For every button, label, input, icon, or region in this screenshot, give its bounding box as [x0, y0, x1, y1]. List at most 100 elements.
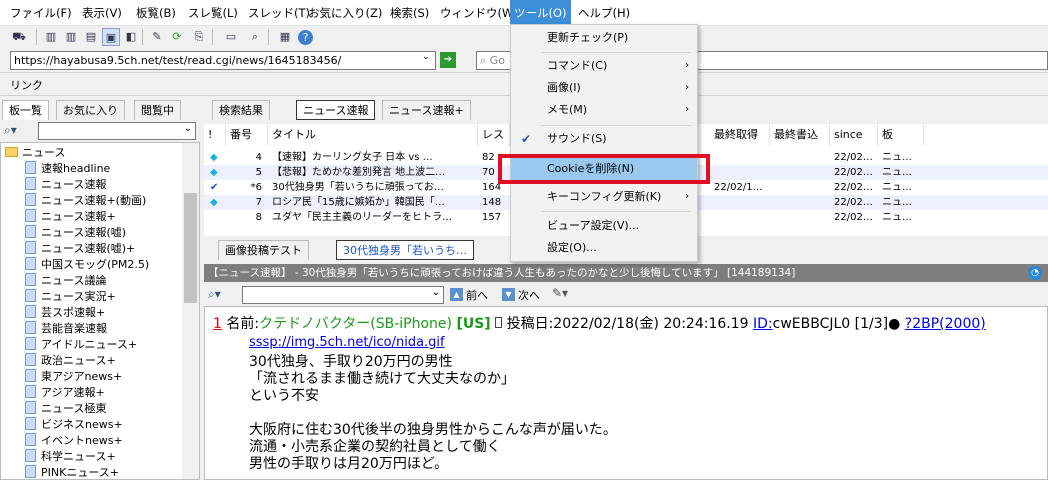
post-number[interactable]: 1: [213, 316, 222, 332]
find-input[interactable]: ⌄: [242, 286, 444, 304]
thread-cell-title: 30代独身男「若いうちに頑張ってお…: [272, 182, 444, 193]
menu-help[interactable]: ヘルプ(H): [574, 0, 634, 26]
tree-board-item[interactable]: ニュース実況+: [25, 289, 116, 305]
bookmark-icon[interactable]: ▦: [276, 28, 294, 46]
prev-button[interactable]: 前へ: [466, 287, 488, 303]
tree-board-item[interactable]: ニュース速報(嘘)+: [25, 241, 135, 257]
next-icon[interactable]: ▼: [502, 288, 515, 301]
menu-file[interactable]: ファイル(F): [6, 0, 76, 26]
tree-scrollbar[interactable]: [182, 143, 199, 479]
tab-news-sokuho-plus[interactable]: ニュース速報+: [382, 100, 471, 120]
address-input[interactable]: https://hayabusa9.5ch.net/test/read.cgi/…: [10, 51, 436, 70]
tab-news-sokuho[interactable]: ニュース速報: [296, 100, 376, 120]
menu-item-memo[interactable]: メモ(M) ›: [511, 99, 697, 121]
comment-icon[interactable]: ▭: [222, 28, 240, 46]
col-header-last-write[interactable]: 最終書込: [770, 124, 830, 146]
highlight-pen-icon[interactable]: ✎▾: [552, 286, 568, 300]
tree-board-item[interactable]: アジア速報+: [25, 385, 105, 401]
tree-board-item[interactable]: ニュース極東: [25, 401, 106, 417]
tree-board-item[interactable]: ニュース速報: [25, 177, 106, 193]
tree-board-item[interactable]: ニュース速報+: [25, 209, 116, 225]
tree-filter-input[interactable]: ⌄: [38, 122, 196, 140]
tree-search-icon[interactable]: ⌕▾: [4, 123, 17, 138]
post-id-link[interactable]: ID:: [753, 316, 773, 332]
tree-board-item[interactable]: 政治ニュース+: [25, 353, 116, 369]
go-icon[interactable]: ➔: [440, 52, 456, 68]
tree-board-item[interactable]: 東アジアnews+: [25, 369, 122, 385]
tree-board-item[interactable]: ニュース速報(嘘): [25, 225, 126, 241]
be-link[interactable]: ?2BP(2000): [905, 316, 986, 332]
chevron-down-icon[interactable]: ⌄: [184, 123, 192, 134]
tree-board-item[interactable]: ニュース議論: [25, 273, 106, 289]
menu-item-keyconfig[interactable]: キーコンフィグ更新(K) ›: [511, 186, 697, 208]
menu-view[interactable]: 表示(V): [78, 0, 126, 26]
help-icon[interactable]: ?: [298, 30, 313, 45]
menu-window[interactable]: ウィンドウ(W): [436, 0, 522, 26]
thread-cell-num: 8: [255, 212, 262, 223]
status-icon[interactable]: ◔: [1028, 266, 1042, 280]
tree-board-label: ニュース速報+(動画): [41, 194, 147, 207]
col-header-num[interactable]: 番号: [226, 124, 268, 146]
find-icon[interactable]: ⌕: [246, 28, 264, 46]
tree-board-item[interactable]: アイドルニュース+: [25, 337, 137, 353]
board-icon: [25, 385, 36, 398]
menu-boards[interactable]: 板覧(B): [132, 0, 180, 26]
tab-favorites[interactable]: お気に入り: [56, 100, 125, 120]
menu-item-command[interactable]: コマンド(C) ›: [511, 55, 697, 77]
tree-board-item[interactable]: イベントnews+: [25, 433, 123, 449]
image-link[interactable]: sssp://img.5ch.net/ico/nida.gif: [249, 335, 445, 350]
scrollbar-thumb[interactable]: [184, 193, 197, 303]
tree-board-item[interactable]: PINKニュース+: [25, 465, 119, 479]
tree-board-item[interactable]: 中国スモッグ(PM2.5): [25, 257, 149, 273]
prev-icon[interactable]: ▲: [450, 288, 463, 301]
tree-board-item[interactable]: 芸能音楽速報: [25, 321, 107, 337]
tree-board-item[interactable]: ビジネスnews+: [25, 417, 123, 433]
menu-threadlist[interactable]: スレ覧(L): [184, 0, 242, 26]
tree-board-label: PINKニュース+: [41, 466, 119, 479]
layout-5-icon[interactable]: ◧: [122, 28, 140, 46]
tree-board-item[interactable]: 速報headline: [25, 161, 110, 177]
refresh-icon[interactable]: ⟳: [168, 28, 186, 46]
chevron-down-icon[interactable]: ⌄: [422, 52, 430, 62]
tab-browsing[interactable]: 閲覧中: [134, 100, 181, 120]
menu-item-settings[interactable]: 設定(O)...: [511, 237, 697, 259]
tree-board-item[interactable]: 芸スポ速報+: [25, 305, 105, 321]
connect-icon[interactable]: ⛟: [6, 28, 32, 46]
copy-icon[interactable]: ⎘: [190, 28, 208, 46]
find-search-icon[interactable]: ⌕▾: [208, 287, 221, 302]
toolbar-separator: [212, 29, 213, 45]
menu-item-update-check[interactable]: 更新チェック(P): [511, 27, 697, 49]
layout-2-icon[interactable]: ▥: [62, 28, 80, 46]
layout-3-icon[interactable]: ▤: [82, 28, 100, 46]
tree-board-label: アイドルニュース+: [41, 338, 138, 351]
tab-search-results[interactable]: 検索結果: [212, 100, 270, 120]
menu-item-viewer-settings[interactable]: ビューア設定(V)...: [511, 215, 697, 237]
next-button[interactable]: 次へ: [518, 287, 540, 303]
menu-item-label: コマンド(C): [547, 59, 608, 72]
tree-board-label: ニュース極東: [41, 402, 107, 415]
tab-image-test[interactable]: 画像投稿テスト: [218, 240, 309, 260]
menu-search[interactable]: 検索(S): [386, 0, 433, 26]
tab-board-list[interactable]: 板一覧: [2, 100, 49, 120]
board-icon: [25, 193, 36, 206]
layout-4-icon[interactable]: ▣: [102, 28, 120, 46]
col-header-since[interactable]: since: [830, 124, 878, 146]
tree-board-item[interactable]: ニュース速報+(動画): [25, 193, 146, 209]
menu-tools[interactable]: ツール(O): [510, 0, 571, 26]
col-header-board[interactable]: 板: [878, 124, 924, 146]
thread-cell-mark: ◆: [210, 152, 218, 163]
col-header-title[interactable]: タイトル: [268, 124, 478, 146]
col-header-last-got[interactable]: 最終取得: [710, 124, 770, 146]
menu-item-image[interactable]: 画像(I) ›: [511, 77, 697, 99]
col-header-mark[interactable]: !: [204, 124, 226, 146]
tree-category-news[interactable]: ニュース: [5, 145, 65, 161]
menu-item-sound[interactable]: ✔ サウンド(S): [511, 128, 697, 150]
layout-1-icon[interactable]: ▥: [42, 28, 60, 46]
menu-favorites[interactable]: お気に入り(Z): [304, 0, 386, 26]
col-header-res[interactable]: レス: [478, 124, 510, 146]
search-input-extension[interactable]: [698, 51, 1048, 70]
write-icon[interactable]: ✎: [148, 28, 166, 46]
chevron-down-icon[interactable]: ⌄: [432, 287, 440, 298]
tree-board-item[interactable]: 科学ニュース+: [25, 449, 116, 465]
tab-current-thread[interactable]: 30代独身男「若いうち…: [336, 240, 474, 260]
